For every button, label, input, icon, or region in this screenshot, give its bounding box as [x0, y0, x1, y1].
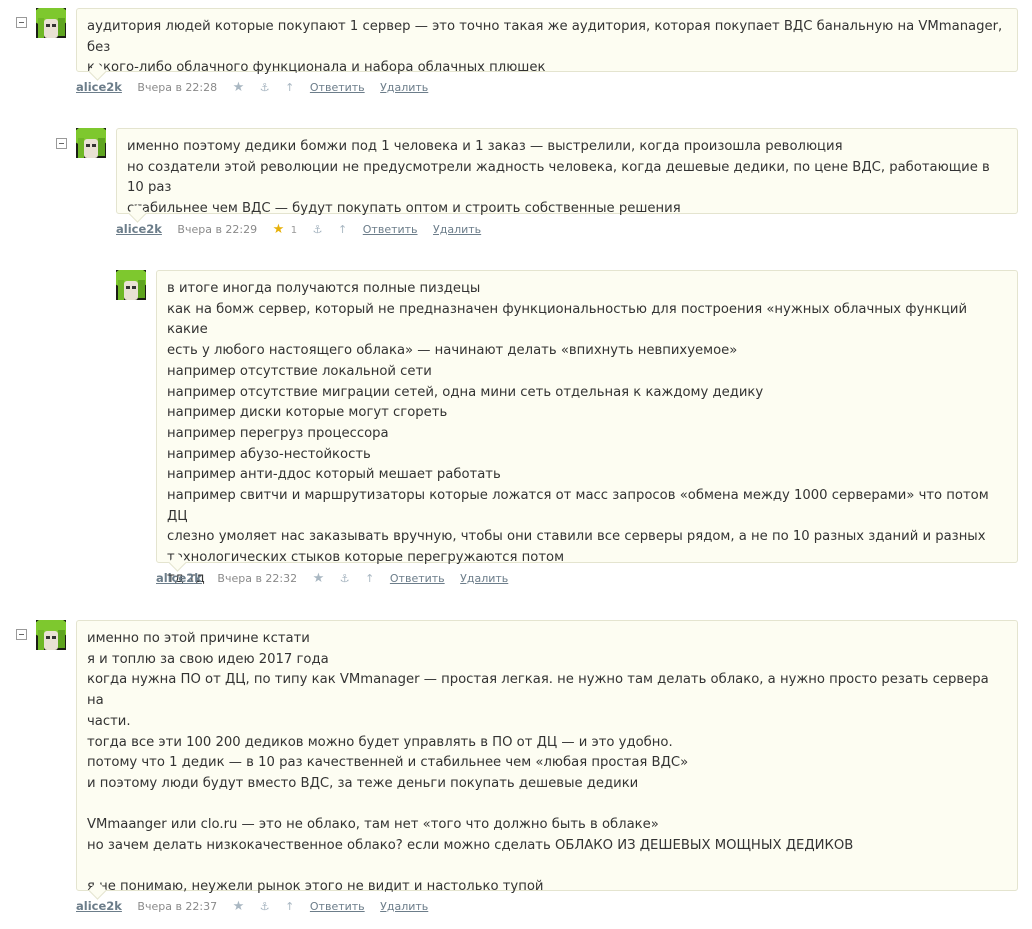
- star-icon[interactable]: ★: [233, 899, 245, 914]
- parent-arrow-icon[interactable]: ↑: [285, 81, 294, 94]
- comment-meta: alice2k Вчера в 22:29 ★ 1 ⚓ ↑ Ответить У…: [116, 222, 493, 237]
- parent-arrow-icon[interactable]: ↑: [338, 223, 347, 236]
- comment-meta: alice2k Вчера в 22:32 ★ ⚓ ↑ Ответить Уда…: [156, 571, 520, 586]
- collapse-toggle[interactable]: [16, 17, 27, 28]
- avatar[interactable]: [36, 8, 66, 38]
- comment-date[interactable]: Вчера в 22:37: [137, 900, 217, 913]
- reply-link[interactable]: Ответить: [310, 81, 365, 94]
- author-link[interactable]: alice2k: [116, 222, 162, 236]
- comment-body: именно поэтому дедики бомжи под 1 челове…: [116, 128, 1018, 223]
- collapse-toggle[interactable]: [56, 138, 67, 149]
- comment-date[interactable]: Вчера в 22:29: [177, 223, 257, 236]
- comment-text: именно по этой причине кстати я и топлю …: [87, 631, 989, 895]
- star-icon[interactable]: ★: [313, 571, 325, 586]
- comment-body: именно по этой причине кстати я и топлю …: [76, 620, 1018, 900]
- avatar[interactable]: [116, 270, 146, 300]
- comment-body: аудитория людей которые покупают 1 серве…: [76, 8, 1018, 81]
- parent-arrow-icon[interactable]: ↑: [285, 900, 294, 913]
- comment-date[interactable]: Вчера в 22:32: [217, 572, 297, 585]
- delete-link[interactable]: Удалить: [380, 900, 428, 913]
- author-link[interactable]: alice2k: [76, 899, 122, 913]
- author-link[interactable]: alice2k: [156, 571, 202, 585]
- reply-link[interactable]: Ответить: [390, 572, 445, 585]
- avatar[interactable]: [76, 128, 106, 158]
- comment-meta: alice2k Вчера в 22:28 ★ ⚓ ↑ Ответить Уда…: [76, 80, 440, 95]
- comment-date[interactable]: Вчера в 22:28: [137, 81, 217, 94]
- delete-link[interactable]: Удалить: [433, 223, 481, 236]
- comment-text: именно поэтому дедики бомжи под 1 челове…: [127, 139, 990, 217]
- author-link[interactable]: alice2k: [76, 80, 122, 94]
- comment-text: в итоге иногда получаются полные пиздецы…: [167, 281, 989, 586]
- comment-text: аудитория людей которые покупают 1 серве…: [87, 19, 1003, 76]
- collapse-toggle[interactable]: [16, 629, 27, 640]
- delete-link[interactable]: Удалить: [380, 81, 428, 94]
- comment-body: в итоге иногда получаются полные пиздецы…: [156, 270, 1018, 586]
- anchor-icon[interactable]: ⚓: [313, 223, 323, 236]
- star-icon[interactable]: ★: [273, 222, 285, 237]
- star-icon[interactable]: ★: [233, 80, 245, 95]
- reply-link[interactable]: Ответить: [363, 223, 418, 236]
- parent-arrow-icon[interactable]: ↑: [365, 572, 374, 585]
- anchor-icon[interactable]: ⚓: [340, 572, 350, 585]
- avatar[interactable]: [36, 620, 66, 650]
- anchor-icon[interactable]: ⚓: [260, 900, 270, 913]
- reply-link[interactable]: Ответить: [310, 900, 365, 913]
- comment-meta: alice2k Вчера в 22:37 ★ ⚓ ↑ Ответить Уда…: [76, 899, 440, 914]
- delete-link[interactable]: Удалить: [460, 572, 508, 585]
- anchor-icon[interactable]: ⚓: [260, 81, 270, 94]
- rating-count: 1: [290, 225, 298, 236]
